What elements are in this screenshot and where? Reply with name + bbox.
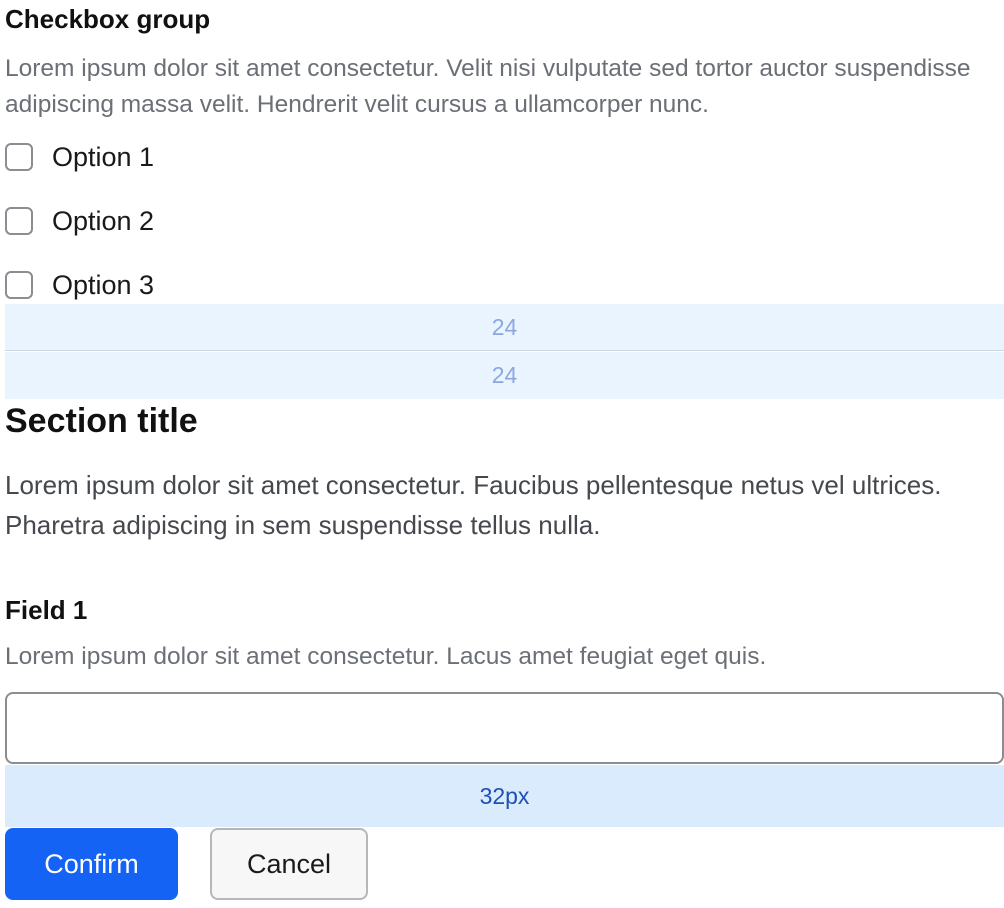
checkbox-label: Option 2 — [52, 205, 155, 236]
field-description: Lorem ipsum dolor sit amet consectetur. … — [5, 643, 767, 670]
confirm-button[interactable]: Confirm — [5, 828, 178, 900]
checkbox-option-2[interactable]: Option 2 — [5, 205, 154, 237]
checkbox-label: Option 1 — [52, 141, 155, 172]
spacing-annotation-24-bottom: 24 — [5, 352, 1004, 399]
spacing-annotation-24-top: 24 — [5, 304, 1004, 351]
spacing-divider — [5, 350, 1004, 351]
cancel-button[interactable]: Cancel — [210, 828, 368, 900]
checkbox-group-description: Lorem ipsum dolor sit amet consectetur. … — [5, 55, 971, 118]
checkbox-option-3[interactable]: Option 3 — [5, 269, 154, 301]
section-title: Section title — [5, 402, 198, 440]
spacing-annotation-32: 32px — [5, 765, 1004, 827]
section-description: Lorem ipsum dolor sit amet consectetur. … — [5, 470, 942, 540]
checkbox-box[interactable] — [5, 143, 33, 171]
field-label: Field 1 — [5, 595, 88, 625]
checkbox-box[interactable] — [5, 207, 33, 235]
checkbox-label: Option 3 — [52, 269, 155, 300]
checkbox-option-1[interactable]: Option 1 — [5, 141, 154, 173]
checkbox-box[interactable] — [5, 271, 33, 299]
field-1-input[interactable] — [5, 692, 1004, 764]
checkbox-group-title: Checkbox group — [5, 4, 211, 34]
